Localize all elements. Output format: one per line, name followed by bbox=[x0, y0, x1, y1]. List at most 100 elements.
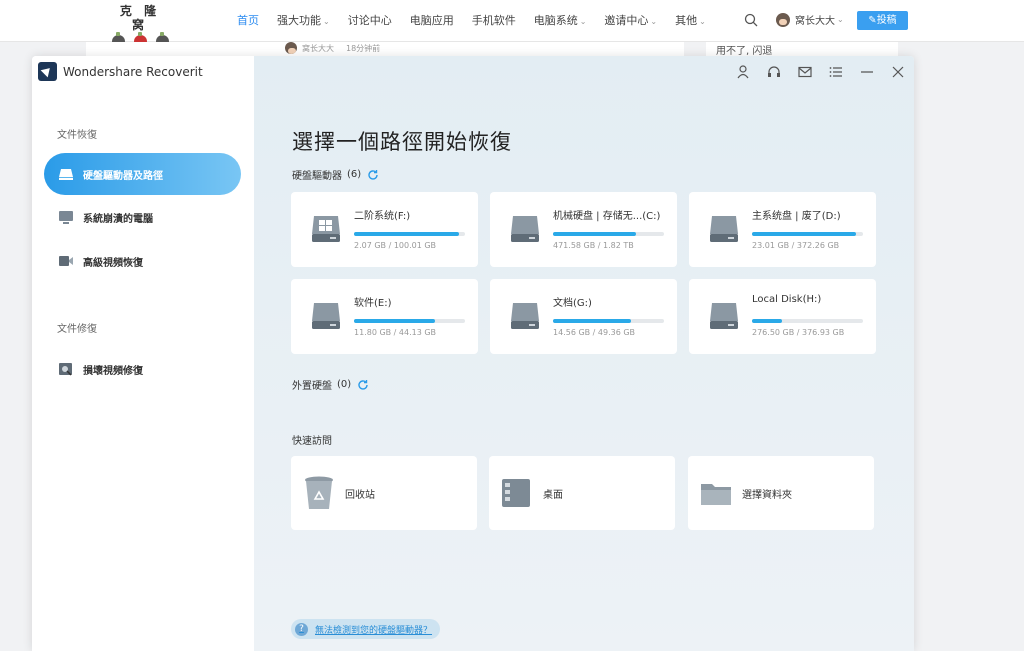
sidebar: Wondershare Recoverit 文件恢復 硬盤驅動器及路徑 系統崩潰… bbox=[32, 56, 254, 651]
chevron-down-icon: ⌄ bbox=[579, 17, 587, 26]
drive-card[interactable]: 主系统盘 | 废了(D:) 23.01 GB / 372.26 GB bbox=[689, 192, 876, 267]
nav-item-features[interactable]: 强大功能 ⌄ bbox=[277, 13, 330, 30]
drive-usage-fill bbox=[752, 319, 782, 323]
page-title: 選擇一個路徑開始恢復 bbox=[292, 130, 512, 154]
search-icon[interactable] bbox=[744, 13, 758, 27]
edit-icon: ✎ bbox=[868, 15, 877, 26]
drive-usage-fill bbox=[553, 232, 637, 236]
window-controls bbox=[735, 64, 906, 80]
drive-usage-fill bbox=[752, 232, 857, 236]
drive-size: 471.58 GB / 1.82 TB bbox=[553, 241, 634, 250]
drive-usage-fill bbox=[354, 232, 460, 236]
menu-icon[interactable] bbox=[828, 64, 844, 80]
video-camera-icon bbox=[59, 256, 73, 266]
recycle-bin-icon bbox=[305, 476, 333, 509]
avatar bbox=[285, 42, 297, 54]
sidebar-item-crashed-pc[interactable]: 系統崩潰的電腦 bbox=[44, 196, 241, 238]
quick-desktop[interactable]: 桌面 bbox=[489, 456, 675, 530]
user-menu[interactable]: 窝长大大 ⌄ bbox=[776, 12, 844, 27]
drive-size: 276.50 GB / 376.93 GB bbox=[752, 328, 845, 337]
drive-usage-bar bbox=[752, 319, 863, 323]
site-logo[interactable]: 克 隆 窝 bbox=[108, 4, 172, 48]
nav-item-home[interactable]: 首页 bbox=[237, 13, 259, 30]
quick-label: 選擇資料夾 bbox=[742, 489, 792, 501]
account-icon[interactable] bbox=[735, 64, 751, 80]
drive-card[interactable]: 文档(G:) 14.56 GB / 49.36 GB bbox=[490, 279, 677, 354]
post-time: 18分钟前 bbox=[346, 43, 381, 53]
recoverit-logo-icon bbox=[38, 62, 57, 81]
hard-drives-header: 硬盤驅動器 (6) bbox=[292, 167, 379, 182]
quick-access-label: 快速訪問 bbox=[292, 436, 332, 447]
sidebar-item-label: 高級視頻恢復 bbox=[83, 257, 143, 269]
drive-card[interactable]: 机械硬盘 | 存储无...(C:) 471.58 GB / 1.82 TB bbox=[490, 192, 677, 267]
drive-usage-bar bbox=[553, 232, 664, 236]
site-logo-text: 克 隆 窝 bbox=[119, 4, 161, 32]
quick-access-header: 快速訪問 bbox=[292, 432, 332, 447]
close-icon[interactable] bbox=[890, 64, 906, 80]
hard-drive-icon bbox=[511, 303, 539, 329]
quick-label: 桌面 bbox=[543, 489, 563, 501]
post-author: 窝长大大 bbox=[302, 43, 334, 53]
drive-card[interactable]: 软件(E:) 11.80 GB / 44.13 GB bbox=[291, 279, 478, 354]
refresh-icon[interactable] bbox=[367, 169, 379, 181]
nav-item-label: 其他 bbox=[675, 14, 698, 27]
post-meta: 窝长大大 18分钟前 bbox=[285, 42, 380, 54]
external-drives-header: 外置硬盤 (0) bbox=[292, 377, 369, 392]
sidebar-item-video-recovery[interactable]: 高級視頻恢復 bbox=[44, 240, 241, 282]
hard-drives-label: 硬盤驅動器 bbox=[292, 171, 342, 182]
recoverit-window: Wondershare Recoverit 文件恢復 硬盤驅動器及路徑 系統崩潰… bbox=[32, 56, 914, 651]
comment-text: 用不了, 闪退 bbox=[716, 46, 773, 57]
external-drives-count: (0) bbox=[337, 379, 352, 390]
refresh-icon[interactable] bbox=[357, 379, 369, 391]
chevron-down-icon: ⌄ bbox=[323, 17, 330, 26]
drive-usage-bar bbox=[354, 319, 465, 323]
nav-item-label: 强大功能 bbox=[277, 14, 321, 27]
drive-card[interactable]: 二阶系统(F:) 2.07 GB / 100.01 GB bbox=[291, 192, 478, 267]
drive-size: 11.80 GB / 44.13 GB bbox=[354, 328, 437, 337]
quick-label: 回收站 bbox=[345, 489, 375, 501]
site-nav: 首页 强大功能 ⌄ 讨论中心 电脑应用 手机软件 电脑系统 ⌄ 邀请中心 ⌄ 其他 ⌄ bbox=[237, 13, 724, 30]
drive-name: 软件(E:) bbox=[354, 298, 392, 309]
help-icon: ? bbox=[295, 622, 308, 636]
nav-item-mobile[interactable]: 手机软件 bbox=[472, 13, 516, 30]
hard-drive-icon bbox=[312, 303, 340, 329]
hard-drive-icon bbox=[59, 169, 73, 180]
drive-not-detected-link[interactable]: ? 無法檢測到您的硬盤驅動器？ bbox=[291, 619, 441, 639]
section-file-recovery: 文件恢復 bbox=[57, 130, 97, 141]
post-button[interactable]: ✎投稿 bbox=[857, 11, 908, 30]
drive-usage-bar bbox=[553, 319, 664, 323]
hard-drive-icon bbox=[511, 216, 539, 242]
video-repair-icon bbox=[59, 363, 72, 376]
support-headset-icon[interactable] bbox=[766, 64, 782, 80]
nav-item-discussion[interactable]: 讨论中心 bbox=[348, 13, 392, 30]
drive-size: 2.07 GB / 100.01 GB bbox=[354, 241, 437, 250]
sidebar-item-video-repair[interactable]: 損壞視頻修復 bbox=[44, 348, 241, 390]
folder-icon bbox=[701, 484, 731, 505]
hard-drive-icon bbox=[710, 216, 738, 242]
avatar bbox=[776, 12, 790, 27]
sidebar-item-hard-drive[interactable]: 硬盤驅動器及路徑 bbox=[44, 153, 241, 195]
hard-drives-count: (6) bbox=[347, 169, 362, 180]
sidebar-item-label: 系統崩潰的電腦 bbox=[83, 213, 153, 225]
drive-usage-fill bbox=[553, 319, 631, 323]
hard-drive-icon bbox=[312, 216, 340, 242]
quick-recycle-bin[interactable]: 回收站 bbox=[291, 456, 477, 530]
nav-item-other[interactable]: 其他 ⌄ bbox=[675, 13, 706, 30]
drive-card[interactable]: Local Disk(H:) 276.50 GB / 376.93 GB bbox=[689, 279, 876, 354]
nav-item-pc-apps[interactable]: 电脑应用 bbox=[410, 13, 454, 30]
drive-usage-fill bbox=[354, 319, 436, 323]
nav-item-system[interactable]: 电脑系统 ⌄ bbox=[534, 13, 587, 30]
minimize-icon[interactable] bbox=[859, 64, 875, 80]
drive-name: 机械硬盘 | 存储无...(C:) bbox=[553, 211, 661, 222]
nav-item-label: 首页 bbox=[237, 14, 259, 27]
nav-item-invite[interactable]: 邀请中心 ⌄ bbox=[604, 13, 657, 30]
hard-drive-icon bbox=[710, 303, 738, 329]
nav-item-label: 讨论中心 bbox=[347, 14, 392, 27]
drive-name: 文档(G:) bbox=[553, 298, 592, 309]
desktop-icon bbox=[502, 479, 530, 507]
chevron-down-icon: ⌄ bbox=[650, 17, 658, 26]
mail-icon[interactable] bbox=[797, 64, 813, 80]
quick-select-folder[interactable]: 選擇資料夾 bbox=[688, 456, 874, 530]
main-panel: 選擇一個路徑開始恢復 硬盤驅動器 (6) 二阶系统(F:) 2.07 GB / 1… bbox=[254, 56, 914, 651]
app-title: Wondershare Recoverit bbox=[63, 64, 203, 79]
